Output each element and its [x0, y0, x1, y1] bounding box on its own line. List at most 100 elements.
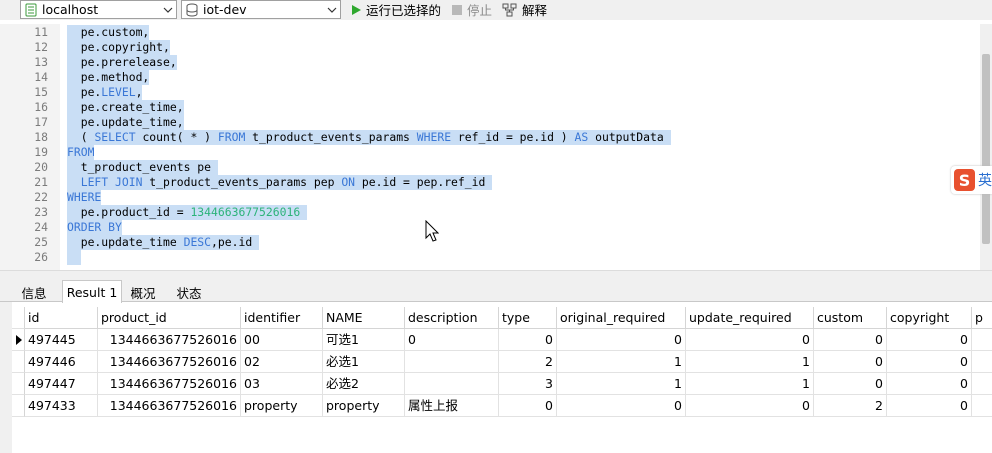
pane-splitter[interactable]: [0, 270, 992, 280]
table-cell[interactable]: 1: [686, 351, 814, 373]
ime-toolbar[interactable]: S 英: [951, 166, 992, 194]
table-cell[interactable]: 3: [499, 373, 557, 395]
table-cell[interactable]: [405, 373, 499, 395]
database-icon: [184, 1, 200, 18]
column-header[interactable]: identifier: [241, 307, 323, 329]
column-header[interactable]: original_required: [557, 307, 686, 329]
sql-editor[interactable]: 11 pe.custom, 12 pe.copyright, 13 pe.prere…: [0, 24, 992, 270]
table-cell[interactable]: 497447: [25, 373, 98, 395]
table-cell[interactable]: 02: [241, 351, 323, 373]
table-cell[interactable]: 必选1: [323, 351, 405, 373]
table-cell[interactable]: 0: [887, 351, 972, 373]
table-cell[interactable]: [972, 395, 992, 417]
table-cell[interactable]: 0: [887, 329, 972, 351]
row-indicator[interactable]: [12, 395, 25, 417]
chevron-down-icon[interactable]: [324, 1, 340, 18]
tab-result-1[interactable]: Result 1: [62, 280, 122, 303]
table-cell[interactable]: 0: [557, 395, 686, 417]
table-cell[interactable]: 2: [499, 351, 557, 373]
stop-button[interactable]: 停止: [451, 0, 492, 19]
table-cell[interactable]: 0: [405, 329, 499, 351]
result-tabs: 信息 Result 1 概况 状态: [0, 280, 992, 303]
table-cell[interactable]: 1: [686, 373, 814, 395]
table-cell[interactable]: 0: [557, 329, 686, 351]
table-cell[interactable]: 1: [557, 351, 686, 373]
explain-button[interactable]: 解释: [502, 0, 547, 19]
table-row[interactable]: 497445 1344663677526016 00 可选1 0 0 0 0 0 0: [12, 329, 992, 351]
sql-token: t_product_events pe: [67, 160, 218, 174]
table-cell[interactable]: [972, 373, 992, 395]
sql-token: t_product_events_params pep: [142, 175, 342, 189]
table-cell[interactable]: property: [323, 395, 405, 417]
code-line: 11 pe.custom,: [0, 25, 980, 40]
table-cell[interactable]: [405, 351, 499, 373]
table-cell[interactable]: 00: [241, 329, 323, 351]
table-cell[interactable]: 497445: [25, 329, 98, 351]
table-cell[interactable]: 1: [557, 373, 686, 395]
table-cell[interactable]: 0: [814, 351, 887, 373]
code-text: pe.create_time,: [67, 100, 184, 115]
table-cell[interactable]: 可选1: [323, 329, 405, 351]
table-cell[interactable]: [972, 329, 992, 351]
tab-overview[interactable]: 概况: [122, 282, 164, 302]
table-cell[interactable]: 0: [499, 395, 557, 417]
table-cell[interactable]: 1344663677526016: [98, 351, 241, 373]
left-border: [0, 302, 12, 453]
code-text: [67, 250, 81, 265]
table-cell[interactable]: property: [241, 395, 323, 417]
row-indicator[interactable]: [12, 329, 25, 351]
line-number: 19: [34, 145, 48, 159]
tab-status[interactable]: 状态: [168, 282, 210, 302]
tab-label: Result 1: [66, 284, 118, 300]
column-header[interactable]: update_required: [686, 307, 814, 329]
table-cell[interactable]: 0: [814, 373, 887, 395]
table-cell[interactable]: [972, 351, 992, 373]
tab-info[interactable]: 信息: [12, 282, 56, 302]
code-line: 13 pe.prerelease,: [0, 55, 980, 70]
line-number: 22: [34, 190, 48, 204]
table-cell[interactable]: 497433: [25, 395, 98, 417]
table-cell[interactable]: 03: [241, 373, 323, 395]
table-cell[interactable]: 1344663677526016: [98, 395, 241, 417]
table-cell[interactable]: 0: [499, 329, 557, 351]
table-cell[interactable]: 0: [814, 329, 887, 351]
sql-keyword: FROM: [67, 145, 95, 159]
code-text: pe.LEVEL,: [67, 85, 143, 100]
column-header[interactable]: copyright: [887, 307, 972, 329]
sogou-ime-icon: S: [954, 169, 975, 191]
sql-keyword: ORDER BY: [67, 220, 122, 234]
table-cell[interactable]: 497446: [25, 351, 98, 373]
result-grid[interactable]: id product_id identifier NAME description typ…: [12, 307, 992, 453]
table-cell[interactable]: 0: [887, 373, 972, 395]
table-cell[interactable]: 0: [887, 395, 972, 417]
table-row[interactable]: 497446 1344663677526016 02 必选1 2 1 1 0 0: [12, 351, 992, 373]
column-header[interactable]: product_id: [98, 307, 241, 329]
table-cell[interactable]: 必选2: [323, 373, 405, 395]
table-cell[interactable]: 2: [814, 395, 887, 417]
table-cell[interactable]: 0: [686, 395, 814, 417]
column-header[interactable]: type: [499, 307, 557, 329]
column-header[interactable]: p: [972, 307, 992, 329]
code-text: pe.method,: [67, 70, 150, 85]
row-indicator[interactable]: [12, 373, 25, 395]
table-cell[interactable]: 0: [686, 329, 814, 351]
code-line: 15 pe.LEVEL,: [0, 85, 980, 100]
column-header[interactable]: description: [405, 307, 499, 329]
editor-scrollbar-thumb[interactable]: [982, 54, 990, 244]
table-cell[interactable]: 1344663677526016: [98, 373, 241, 395]
column-header[interactable]: id: [25, 307, 98, 329]
run-selected-button[interactable]: 运行已选择的: [350, 0, 441, 19]
table-cell[interactable]: 属性上报: [405, 395, 499, 417]
table-cell[interactable]: 1344663677526016: [98, 329, 241, 351]
column-header[interactable]: custom: [814, 307, 887, 329]
line-number: 15: [34, 85, 48, 99]
database-select[interactable]: iot-dev: [181, 0, 341, 19]
column-header[interactable]: NAME: [323, 307, 405, 329]
table-row[interactable]: 497447 1344663677526016 03 必选2 3 1 1 0 0: [12, 373, 992, 395]
row-indicator[interactable]: [12, 351, 25, 373]
chevron-down-icon[interactable]: [160, 1, 176, 18]
table-row[interactable]: 497433 1344663677526016 property property 属性…: [12, 395, 992, 417]
connection-select[interactable]: localhost: [20, 0, 177, 19]
code-line: 19 FROM: [0, 145, 980, 160]
